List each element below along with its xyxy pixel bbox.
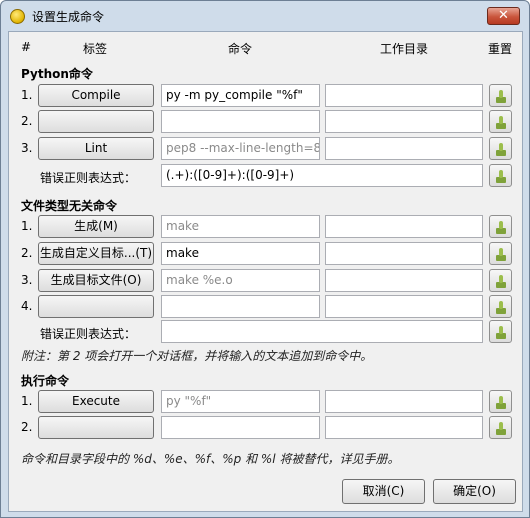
python-reset-button-2[interactable] bbox=[489, 110, 512, 133]
row-number: 3. bbox=[21, 273, 33, 287]
python-label-button-1[interactable]: Compile bbox=[38, 84, 154, 107]
python-label-button-3[interactable]: Lint bbox=[38, 137, 154, 160]
clear-icon bbox=[496, 396, 506, 409]
ok-button[interactable]: 确定(O) bbox=[433, 479, 516, 504]
independent-workdir-field-3[interactable] bbox=[325, 269, 483, 292]
clear-icon bbox=[496, 326, 506, 339]
independent-command-field-2[interactable]: make bbox=[161, 242, 320, 265]
independent-reset-button-2[interactable] bbox=[489, 242, 512, 265]
button-label: 生成目标文件(O) bbox=[50, 273, 142, 287]
execute-reset-button-1[interactable] bbox=[489, 390, 512, 413]
execute-label-button-2[interactable] bbox=[38, 416, 154, 439]
execute-workdir-field-1[interactable] bbox=[325, 390, 483, 413]
row-number: 4. bbox=[21, 299, 33, 313]
independent-label-button-3[interactable]: 生成目标文件(O) bbox=[38, 269, 154, 292]
python-command-field-1[interactable]: py -m py_compile "%f" bbox=[161, 84, 320, 107]
execute-command-field-2[interactable] bbox=[161, 416, 320, 439]
python-regex-field[interactable]: (.+):([0-9]+):([0-9]+) bbox=[161, 164, 483, 187]
button-label: Compile bbox=[71, 88, 121, 102]
independent-reset-button-1[interactable] bbox=[489, 215, 512, 238]
clear-icon bbox=[496, 221, 506, 234]
python-reset-button-1[interactable] bbox=[489, 84, 512, 107]
row-number: 1. bbox=[21, 394, 33, 408]
section-title-python: Python命令 bbox=[21, 67, 93, 81]
row-number: 1. bbox=[21, 88, 33, 102]
section-title-execute: 执行命令 bbox=[21, 374, 70, 388]
clear-icon bbox=[496, 143, 506, 156]
independent-command-field-4[interactable] bbox=[161, 295, 320, 318]
clear-icon bbox=[496, 90, 506, 103]
clear-icon bbox=[496, 248, 506, 261]
independent-reset-button-4[interactable] bbox=[489, 295, 512, 318]
independent-workdir-field-2[interactable] bbox=[325, 242, 483, 265]
button-label: Execute bbox=[72, 394, 120, 408]
python-workdir-field-1[interactable] bbox=[325, 84, 483, 107]
python-workdir-field-2[interactable] bbox=[325, 110, 483, 133]
header-reset: 重置 bbox=[488, 42, 513, 56]
title-bar[interactable]: 设置生成命令 ✕ bbox=[1, 1, 529, 31]
python-reset-button-3[interactable] bbox=[489, 137, 512, 160]
dialog-body: # 标签 命令 工作目录 重置 Python命令 1. Compile py -m … bbox=[8, 31, 523, 512]
execute-command-field-1[interactable]: py "%f" bbox=[161, 390, 320, 413]
independent-workdir-field-4[interactable] bbox=[325, 295, 483, 318]
independent-reset-button-3[interactable] bbox=[489, 269, 512, 292]
button-label: 生成(M) bbox=[74, 219, 118, 233]
independent-regex-label: 错误正则表达式： bbox=[40, 327, 137, 341]
python-command-field-2[interactable] bbox=[161, 110, 320, 133]
cancel-button[interactable]: 取消(C) bbox=[342, 479, 425, 504]
independent-command-field-3[interactable]: make %e.o bbox=[161, 269, 320, 292]
row-number: 2. bbox=[21, 246, 33, 260]
execute-workdir-field-2[interactable] bbox=[325, 416, 483, 439]
python-regex-reset-button[interactable] bbox=[489, 164, 512, 187]
clear-icon bbox=[496, 170, 506, 183]
python-command-field-3[interactable]: pep8 --max-line-length=80 bbox=[161, 137, 320, 160]
independent-regex-field[interactable] bbox=[161, 320, 483, 343]
independent-label-button-4[interactable] bbox=[38, 295, 154, 318]
row-number: 2. bbox=[21, 114, 33, 128]
clear-icon bbox=[496, 301, 506, 314]
section-title-independent: 文件类型无关命令 bbox=[21, 199, 118, 213]
row-number: 1. bbox=[21, 219, 33, 233]
independent-label-button-1[interactable]: 生成(M) bbox=[38, 215, 154, 238]
header-command: 命令 bbox=[228, 42, 253, 56]
header-num: # bbox=[21, 40, 32, 54]
execute-label-button-1[interactable]: Execute bbox=[38, 390, 154, 413]
clear-icon bbox=[496, 422, 506, 435]
geany-app-icon bbox=[10, 9, 25, 24]
independent-workdir-field-1[interactable] bbox=[325, 215, 483, 238]
independent-note: 附注：第 2 项会打开一个对话框，并将输入的文本追加到命令中。 bbox=[21, 349, 373, 363]
footer-note: 命令和目录字段中的 %d、%e、%f、%p 和 %l 将被替代，详见手册。 bbox=[21, 452, 400, 466]
button-label: Lint bbox=[84, 141, 108, 155]
clear-icon bbox=[496, 275, 506, 288]
header-label: 标签 bbox=[83, 42, 108, 56]
python-label-button-2[interactable] bbox=[38, 110, 154, 133]
python-regex-label: 错误正则表达式： bbox=[40, 171, 137, 185]
clear-icon bbox=[496, 116, 506, 129]
row-number: 2. bbox=[21, 420, 33, 434]
dialog-window: 设置生成命令 ✕ # 标签 命令 工作目录 重置 Python命令 1. Comp… bbox=[0, 0, 530, 518]
independent-command-field-1[interactable]: make bbox=[161, 215, 320, 238]
independent-label-button-2[interactable]: 生成自定义目标...(T) bbox=[38, 242, 154, 265]
execute-reset-button-2[interactable] bbox=[489, 416, 512, 439]
button-label: 生成自定义目标...(T) bbox=[39, 246, 153, 260]
row-number: 3. bbox=[21, 141, 33, 155]
independent-regex-reset-button[interactable] bbox=[489, 320, 512, 343]
header-workdir: 工作目录 bbox=[380, 42, 429, 56]
close-button[interactable]: ✕ bbox=[487, 7, 520, 25]
python-workdir-field-3[interactable] bbox=[325, 137, 483, 160]
window-title: 设置生成命令 bbox=[32, 10, 105, 24]
